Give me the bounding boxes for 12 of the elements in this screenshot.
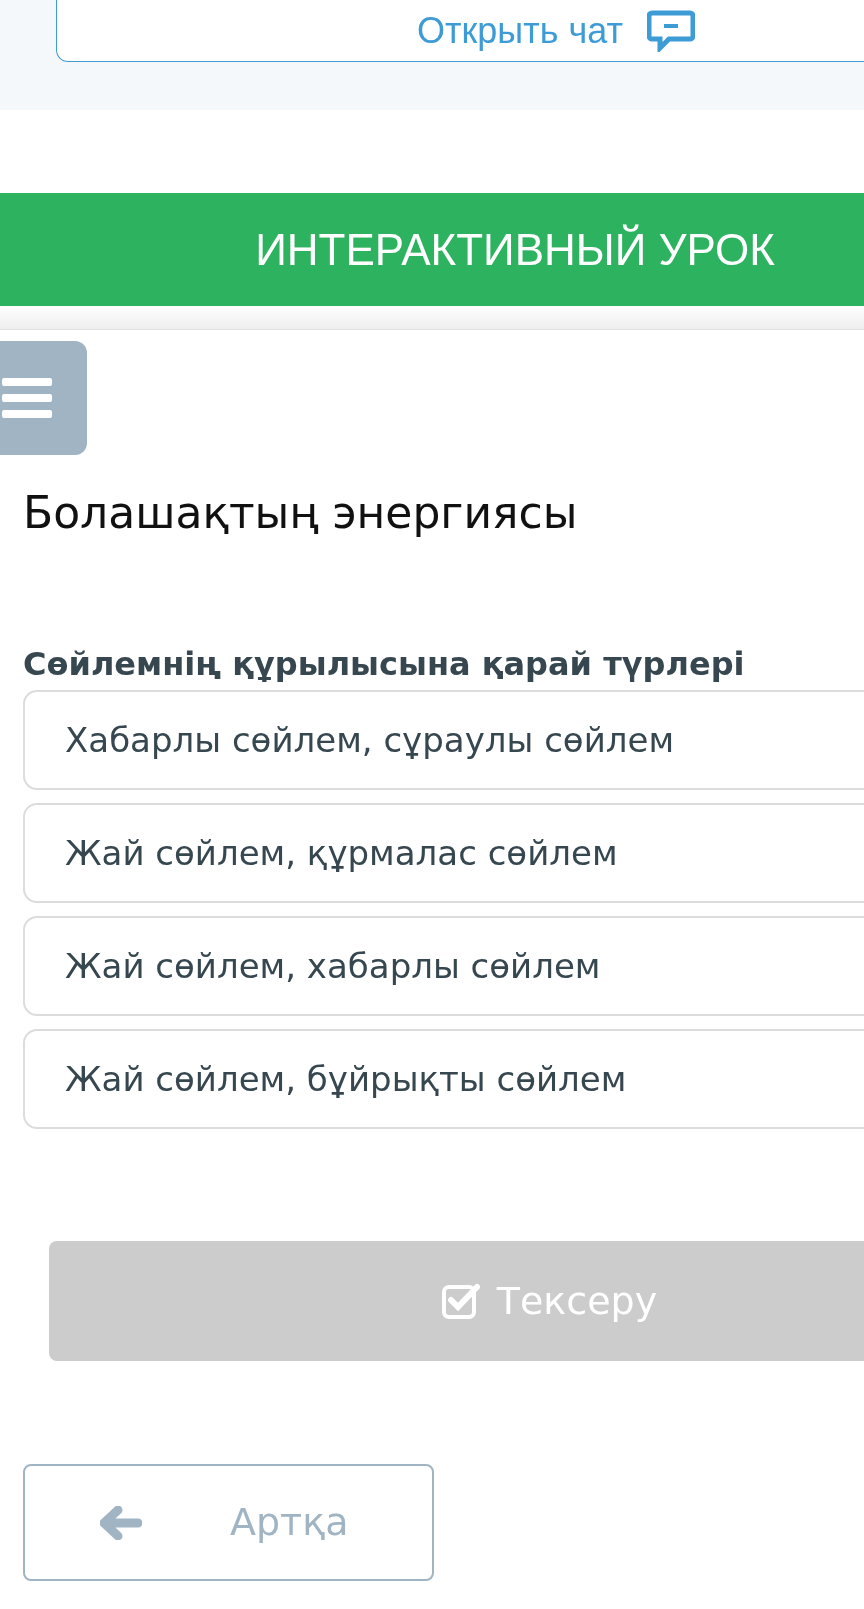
menu-icon <box>0 376 52 420</box>
answer-option[interactable]: Жай сөйлем, бұйрықты сөйлем <box>23 1029 864 1129</box>
lesson-title: Болашақтың энергиясы <box>23 486 579 540</box>
arrow-left-icon <box>100 1505 142 1540</box>
menu-button[interactable] <box>0 341 87 455</box>
banner-title: ИНТЕРАКТИВНЫЙ УРОК <box>255 223 775 276</box>
answer-option[interactable]: Жай сөйлем, құрмалас сөйлем <box>23 803 864 903</box>
chat-bubble-icon <box>646 9 695 52</box>
checkbox-icon <box>440 1282 481 1320</box>
answer-option[interactable]: Жай сөйлем, хабарлы сөйлем <box>23 916 864 1016</box>
answer-option[interactable]: Хабарлы сөйлем, сұраулы сөйлем <box>23 690 864 790</box>
question-text: Сөйлемнің құрылысына қарай түрлері <box>23 644 746 684</box>
